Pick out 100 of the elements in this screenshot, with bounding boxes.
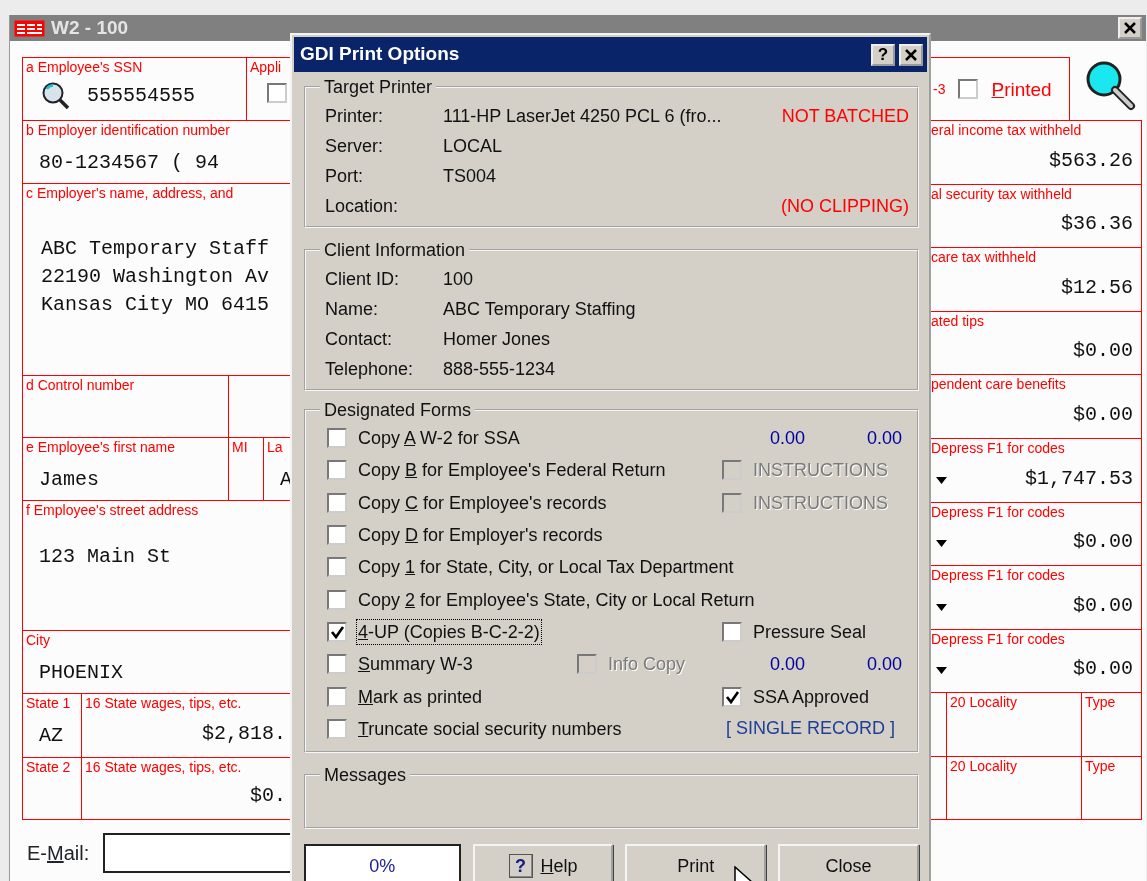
close-icon <box>1123 22 1137 34</box>
close-button[interactable] <box>1118 17 1142 39</box>
checkbox[interactable] <box>722 621 742 642</box>
info-label: Client ID: <box>325 267 401 291</box>
field-label: a Employee's SSN <box>25 58 144 77</box>
field-label: e Employee's first name <box>25 438 176 457</box>
info-label: Location: <box>325 194 400 218</box>
record-mode-label: [ SINGLE RECORD ] <box>726 718 896 739</box>
checkbox[interactable] <box>327 428 347 449</box>
checkbox[interactable] <box>327 525 347 546</box>
checkbox-label: INSTRUCTIONS <box>752 491 889 515</box>
email-label: E-Mail: <box>27 841 91 866</box>
checkbox[interactable] <box>327 460 347 481</box>
checkbox-label: 4-UP (Copies B-C-2-2) <box>357 619 541 644</box>
checkbox[interactable] <box>327 557 347 578</box>
field-label: Depress F1 for codes <box>930 502 1066 522</box>
field-value: AZ <box>39 723 63 749</box>
status-note: NOT BATCHED <box>781 104 909 128</box>
dropdown-arrow-icon[interactable] <box>936 540 947 548</box>
checkbox-label: Copy A W-2 for SSA <box>357 427 521 451</box>
field-label: 20 Locality <box>949 756 1018 776</box>
field-label: City <box>25 631 52 650</box>
info-value: ABC Temporary Staffing <box>443 297 636 321</box>
field-label: 16 State wages, tips, etc. <box>84 758 243 777</box>
field-label: b Employer identification number <box>25 121 231 140</box>
field-label: Depress F1 for codes <box>930 566 1066 586</box>
email-field[interactable] <box>103 833 293 873</box>
checkbox[interactable] <box>327 654 347 675</box>
info-label: Contact: <box>325 327 394 351</box>
field-label: care tax withheld <box>930 248 1038 268</box>
info-value: LOCAL <box>443 134 503 158</box>
field-value: 123 Main St <box>39 544 172 570</box>
checkbox[interactable] <box>327 686 347 707</box>
checkbox[interactable] <box>327 492 347 513</box>
window-title: W2 - 100 <box>51 15 129 40</box>
dropdown-arrow-icon[interactable] <box>936 603 947 611</box>
dialog-button[interactable]: Print <box>625 844 767 881</box>
dropdown-arrow-icon[interactable] <box>936 476 947 484</box>
field-label: State 1 <box>25 694 72 713</box>
field-label: State 2 <box>25 758 72 777</box>
close-icon <box>904 48 918 61</box>
amount-value: $563.26 <box>1049 147 1133 174</box>
checkbox[interactable] <box>267 83 287 103</box>
field-label: Depress F1 for codes <box>930 629 1066 649</box>
checkbox[interactable] <box>327 621 347 642</box>
field-label: La <box>266 438 284 457</box>
checkbox[interactable] <box>327 718 347 739</box>
field-label: ated tips <box>930 311 985 331</box>
field-label: Type <box>1084 693 1117 713</box>
field-label: -3 <box>932 79 947 99</box>
dropdown-arrow-icon[interactable] <box>936 667 947 675</box>
form-icon <box>14 19 45 37</box>
amount-value: $0.00 <box>1073 656 1133 683</box>
info-label: Printer: <box>325 104 385 128</box>
dialog-button[interactable]: Close <box>778 844 919 881</box>
address-line: Kansas City MO 6415 <box>41 292 271 318</box>
amount-value: $0.00 <box>1073 338 1133 365</box>
info-value: 100 <box>443 267 474 291</box>
checkbox-label: Printed <box>990 79 1053 99</box>
info-label: Telephone: <box>325 357 415 381</box>
dialog-title: GDI Print Options <box>300 42 460 67</box>
help-button[interactable]: ? Help <box>472 844 614 881</box>
field-label: c Employer's name, address, and <box>25 184 235 203</box>
info-value: 888-555-1234 <box>443 357 556 381</box>
status-note: (NO CLIPPING) <box>781 194 909 218</box>
field-label: d Control number <box>25 376 136 395</box>
checkbox-label: Copy D for Employer's records <box>357 524 604 548</box>
amount-value: 0.00 <box>768 652 805 676</box>
info-label: Name: <box>325 297 379 321</box>
amount-value: 0.00 <box>768 426 805 450</box>
field-label: Appli <box>249 58 283 77</box>
field-value: 80-1234567 ( 94 <box>39 150 220 176</box>
field-value: James <box>39 467 99 493</box>
address-line: ABC Temporary Staff <box>41 236 271 262</box>
field-label: MI <box>231 438 249 457</box>
checkbox-label: Copy 2 for Employee's State, City or Local Return <box>357 588 756 612</box>
field-label: f Employee's street address <box>25 501 200 520</box>
help-icon: ? <box>508 854 533 878</box>
magnifier-icon[interactable] <box>41 81 71 111</box>
amount-value: $0.00 <box>1073 401 1133 428</box>
checkbox-label: Mark as printed <box>357 685 484 709</box>
close-button[interactable] <box>899 43 923 66</box>
info-value: TS004 <box>443 164 497 188</box>
field-label: eral income tax withheld <box>930 121 1083 140</box>
progress-percent: 0% <box>369 854 396 878</box>
amount-value: 0.00 <box>865 426 902 450</box>
amount-value: $0.00 <box>1073 529 1133 556</box>
checkbox-label: Info Copy <box>607 653 687 677</box>
checkbox-label: Copy C for Employee's records <box>357 491 608 515</box>
amount-value: 0.00 <box>865 652 902 676</box>
field-label: al security tax withheld <box>930 184 1073 204</box>
checkbox[interactable] <box>722 686 742 707</box>
search-icon[interactable] <box>1084 59 1136 113</box>
checkbox[interactable] <box>327 589 347 610</box>
checkbox-label: SSA Approved <box>752 685 871 709</box>
amount-value: $0.00 <box>1073 592 1133 619</box>
checkbox-label: Copy 1 for State, City, or Local Tax Department <box>357 556 735 580</box>
field-label: Depress F1 for codes <box>930 438 1066 458</box>
help-button[interactable]: ? <box>871 43 895 66</box>
printed-checkbox[interactable] <box>958 79 979 99</box>
